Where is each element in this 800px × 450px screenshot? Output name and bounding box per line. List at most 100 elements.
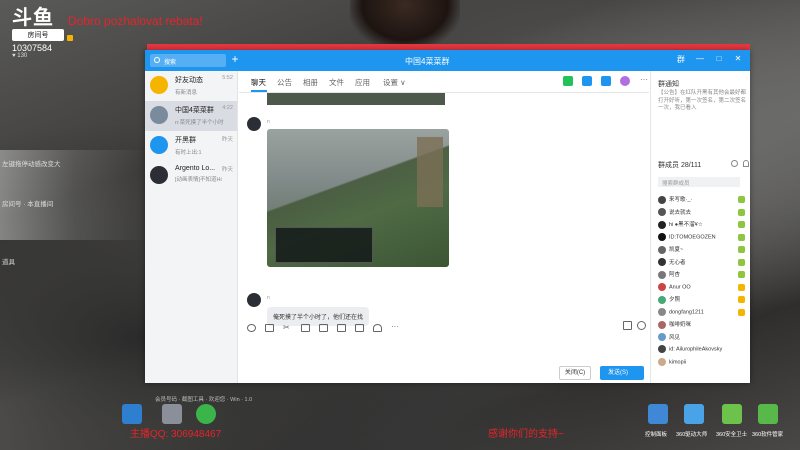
minimize-button[interactable]: — [694, 54, 706, 65]
security-guard-icon[interactable] [722, 404, 742, 424]
member-item[interactable]: 阿杏 [658, 270, 748, 282]
user-icon[interactable] [743, 160, 749, 167]
driver-master-icon[interactable] [684, 404, 704, 424]
sender-name: n [267, 295, 270, 301]
conversation-time: 5:52 [222, 75, 233, 81]
promo-text: 感谢你们的支持~ [488, 429, 564, 440]
more-icon[interactable]: ··· [391, 323, 400, 332]
avatar [658, 258, 666, 267]
conversation-preview: [动画表情]不知道Hi [175, 177, 222, 183]
desktop-icon-label: 360软件管家 [752, 432, 784, 438]
conversation-name: 中国4菜菜群 [175, 107, 214, 114]
image-icon[interactable] [319, 324, 328, 332]
member-name: Anur OO [669, 283, 691, 290]
previous-image[interactable] [267, 93, 445, 105]
member-item[interactable]: id: AilurophileAkovsky [658, 345, 748, 357]
member-search-input[interactable]: 搜索群成员 [658, 177, 740, 187]
avatar [658, 270, 666, 279]
titlebar[interactable]: 搜索 + 中国4菜菜群 群 — □ ✕ [145, 50, 750, 71]
conversation-item[interactable]: 好友动态 5:52 有新消息 [145, 71, 237, 101]
tab-apps[interactable]: 应用 [355, 77, 370, 88]
picture-icon[interactable] [355, 324, 364, 332]
screen-share-icon[interactable] [601, 76, 611, 86]
member-item[interactable]: hi ●黑不溜¥☆ [658, 220, 748, 232]
folder-icon[interactable] [301, 324, 310, 332]
member-item[interactable]: 来写歌·_· [658, 195, 748, 207]
member-name: 来写歌·_· [669, 197, 693, 203]
qq-chat-window: 搜索 + 中国4菜菜群 群 — □ ✕ 好友动态 5:52 有新消息 中国4菜菜… [145, 50, 750, 383]
phone-icon[interactable] [563, 76, 573, 86]
search-icon[interactable] [731, 160, 738, 167]
tab-files[interactable]: 文件 [329, 77, 344, 88]
notice-text[interactable]: 【公告】在红队开黑有其他会最好都打开好听，第一次签名，第二次签名一次，我已看入 [658, 90, 746, 113]
avatar[interactable] [247, 293, 261, 307]
member-item[interactable]: 咖啡奶咪 [658, 320, 748, 332]
video-icon[interactable] [582, 76, 592, 86]
avatar [150, 106, 168, 124]
tab-settings[interactable]: 设置 ∨ [383, 77, 406, 88]
member-item[interactable]: 无心者 [658, 258, 748, 270]
avatar [658, 232, 666, 241]
overlay-text: 道具 [2, 259, 15, 266]
star-icon [150, 76, 168, 94]
avatar [658, 208, 666, 217]
close-window-button[interactable]: ✕ [732, 54, 744, 65]
member-badge-icon [738, 296, 745, 303]
stream-logo: 斗鱼 房间号 10307584 ♥ 130 [12, 8, 64, 59]
send-button[interactable]: 发送(S) [600, 366, 644, 380]
conversation-item[interactable]: 中国4菜菜群 4:22 n:菜死摸了半个小时 [145, 101, 237, 131]
app-icon[interactable] [620, 76, 630, 86]
notice-title: 群通知 [658, 81, 679, 88]
history-icon[interactable] [637, 321, 646, 330]
member-item[interactable]: 凯夏~ [658, 245, 748, 257]
member-item[interactable]: 说去就去 [658, 208, 748, 220]
member-item[interactable]: ID:TOMOEGOZEN [658, 232, 748, 245]
member-item[interactable]: 风见 [658, 333, 748, 345]
conversation-time: 4:22 [222, 105, 233, 111]
member-item[interactable]: dongfang1211 [658, 307, 748, 320]
desktop-icon-label: 360驱动大师 [676, 432, 708, 438]
avatar[interactable] [247, 117, 261, 131]
maximize-button[interactable]: □ [713, 54, 725, 65]
member-name: dongfang1211 [669, 308, 704, 315]
member-name: 无心者 [669, 259, 686, 266]
tab-album[interactable]: 相册 [303, 77, 318, 88]
member-name: 咖啡奶咪 [669, 322, 692, 328]
tab-chat[interactable]: 聊天 [251, 77, 266, 88]
avatar [658, 333, 666, 342]
members-title: 群成员 28/111 [658, 162, 702, 169]
gif-icon[interactable] [265, 324, 274, 332]
avatar [658, 282, 666, 291]
conversation-item[interactable]: Argento Lo... 昨天 [动画表情]不知道Hi [145, 161, 237, 191]
group-icon[interactable]: 群 [675, 54, 687, 65]
more-icon[interactable]: ··· [639, 76, 649, 86]
app-icon[interactable] [196, 404, 216, 424]
conversation-item[interactable]: 开黑群 昨天 有时上出:1 [145, 131, 237, 161]
avatar [658, 320, 666, 329]
close-button[interactable]: 关闭(C) [559, 366, 591, 380]
emoji-icon[interactable] [247, 324, 256, 332]
game-screenshot-image[interactable] [267, 129, 449, 267]
avatar [658, 295, 666, 304]
member-item[interactable]: kimopii [658, 357, 748, 370]
bell-icon[interactable] [373, 324, 382, 332]
chat-panel: 聊天 公告 相册 文件 应用 设置 ∨ ··· n n 俺死摸了半个小时了，他们… [239, 71, 649, 383]
search-input[interactable]: 搜索 [150, 54, 226, 67]
member-item[interactable]: Anur OO [658, 282, 748, 295]
software-manager-icon[interactable] [758, 404, 778, 424]
recycle-bin-icon[interactable] [162, 404, 182, 424]
conversation-time: 昨天 [221, 167, 233, 173]
expand-icon[interactable] [623, 321, 632, 330]
logo-badge: 房间号 [12, 29, 64, 41]
avatar [658, 245, 666, 254]
member-badge-icon [738, 233, 745, 241]
member-item[interactable]: 夕照 [658, 295, 748, 307]
app-icon[interactable] [122, 404, 142, 424]
headset-icon[interactable] [337, 324, 346, 332]
scissors-icon[interactable]: ✂ [283, 324, 292, 332]
add-button[interactable]: + [228, 53, 242, 67]
fan-count-value: 130 [17, 53, 28, 59]
tab-announcement[interactable]: 公告 [277, 77, 292, 88]
control-panel-icon[interactable] [648, 404, 668, 424]
avatar [150, 166, 168, 184]
